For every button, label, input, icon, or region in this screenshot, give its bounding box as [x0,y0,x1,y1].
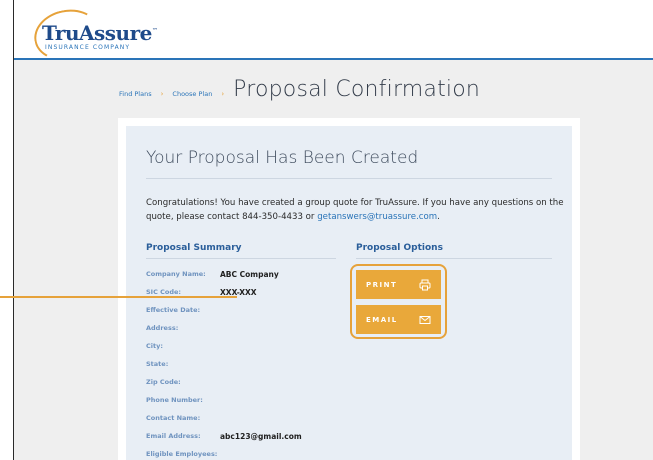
summary-label: Effective Date: [146,306,201,314]
breadcrumb-chevron-icon: › [160,90,164,98]
summary-row-city: City: [146,340,220,352]
summary-label: Zip Code: [146,378,181,386]
summary-row-address: Address: [146,322,220,334]
card-heading: Your Proposal Has Been Created [146,148,419,168]
print-label: PRINT [366,280,398,289]
summary-row-company: Company Name: ABC Company [146,268,279,280]
truassure-logo[interactable]: TruAssure™ INSURANCE COMPANY [28,3,178,67]
card-wrapper: Your Proposal Has Been Created Congratul… [118,118,580,460]
summary-label: Company Name: [146,270,206,278]
app-frame: TruAssure™ INSURANCE COMPANY Find Plans … [13,0,653,460]
intro-text: Congratulations! You have created a grou… [146,197,566,224]
page-title: Proposal Confirmation [233,77,481,102]
support-email-link[interactable]: getanswers@truassure.com [317,212,437,222]
email-button[interactable]: EMAIL [356,305,441,334]
breadcrumb-choose-plan[interactable]: Choose Plan [172,90,212,102]
divider [146,178,552,179]
logo-name: TruAssure [42,21,152,45]
email-label: EMAIL [366,315,398,324]
breadcrumb: Find Plans › Choose Plan › Proposal Conf… [119,76,480,102]
summary-label: Address: [146,324,179,332]
intro-end: . [437,211,440,222]
summary-label: Eligible Employees: [146,450,218,458]
summary-row-state: State: [146,358,220,370]
proposal-card: Your Proposal Has Been Created Congratul… [126,126,572,460]
proposal-options-heading: Proposal Options [356,243,443,253]
callout-connector-line [0,296,237,298]
printer-icon [419,279,431,290]
summary-row-email: Email Address: abc123@gmail.com [146,430,302,442]
logo-subtitle: INSURANCE COMPANY [45,44,131,51]
divider [356,258,552,259]
summary-label: SIC Code: [146,288,182,296]
summary-label: State: [146,360,169,368]
envelope-icon [419,315,431,324]
summary-row-eligible-employees: Eligible Employees: [146,448,220,460]
summary-label: Contact Name: [146,414,201,422]
summary-label: Phone Number: [146,396,203,404]
proposal-options-highlight: PRINT EMAIL [350,264,447,339]
summary-value: abc123@gmail.com [220,431,302,441]
summary-row-contact: Contact Name: [146,412,220,424]
proposal-summary-heading: Proposal Summary [146,243,242,253]
breadcrumb-chevron-icon: › [221,90,225,98]
breadcrumb-find-plans[interactable]: Find Plans [119,90,152,102]
summary-row-phone: Phone Number: [146,394,220,406]
summary-row-zip: Zip Code: [146,376,220,388]
logo-trademark: ™ [151,27,158,35]
summary-row-effective-date: Effective Date: [146,304,220,316]
summary-label: Email Address: [146,432,201,440]
summary-label: City: [146,342,163,350]
summary-value: ABC Company [220,269,279,279]
print-button[interactable]: PRINT [356,270,441,299]
site-header: TruAssure™ INSURANCE COMPANY [14,0,653,67]
divider [146,258,336,259]
